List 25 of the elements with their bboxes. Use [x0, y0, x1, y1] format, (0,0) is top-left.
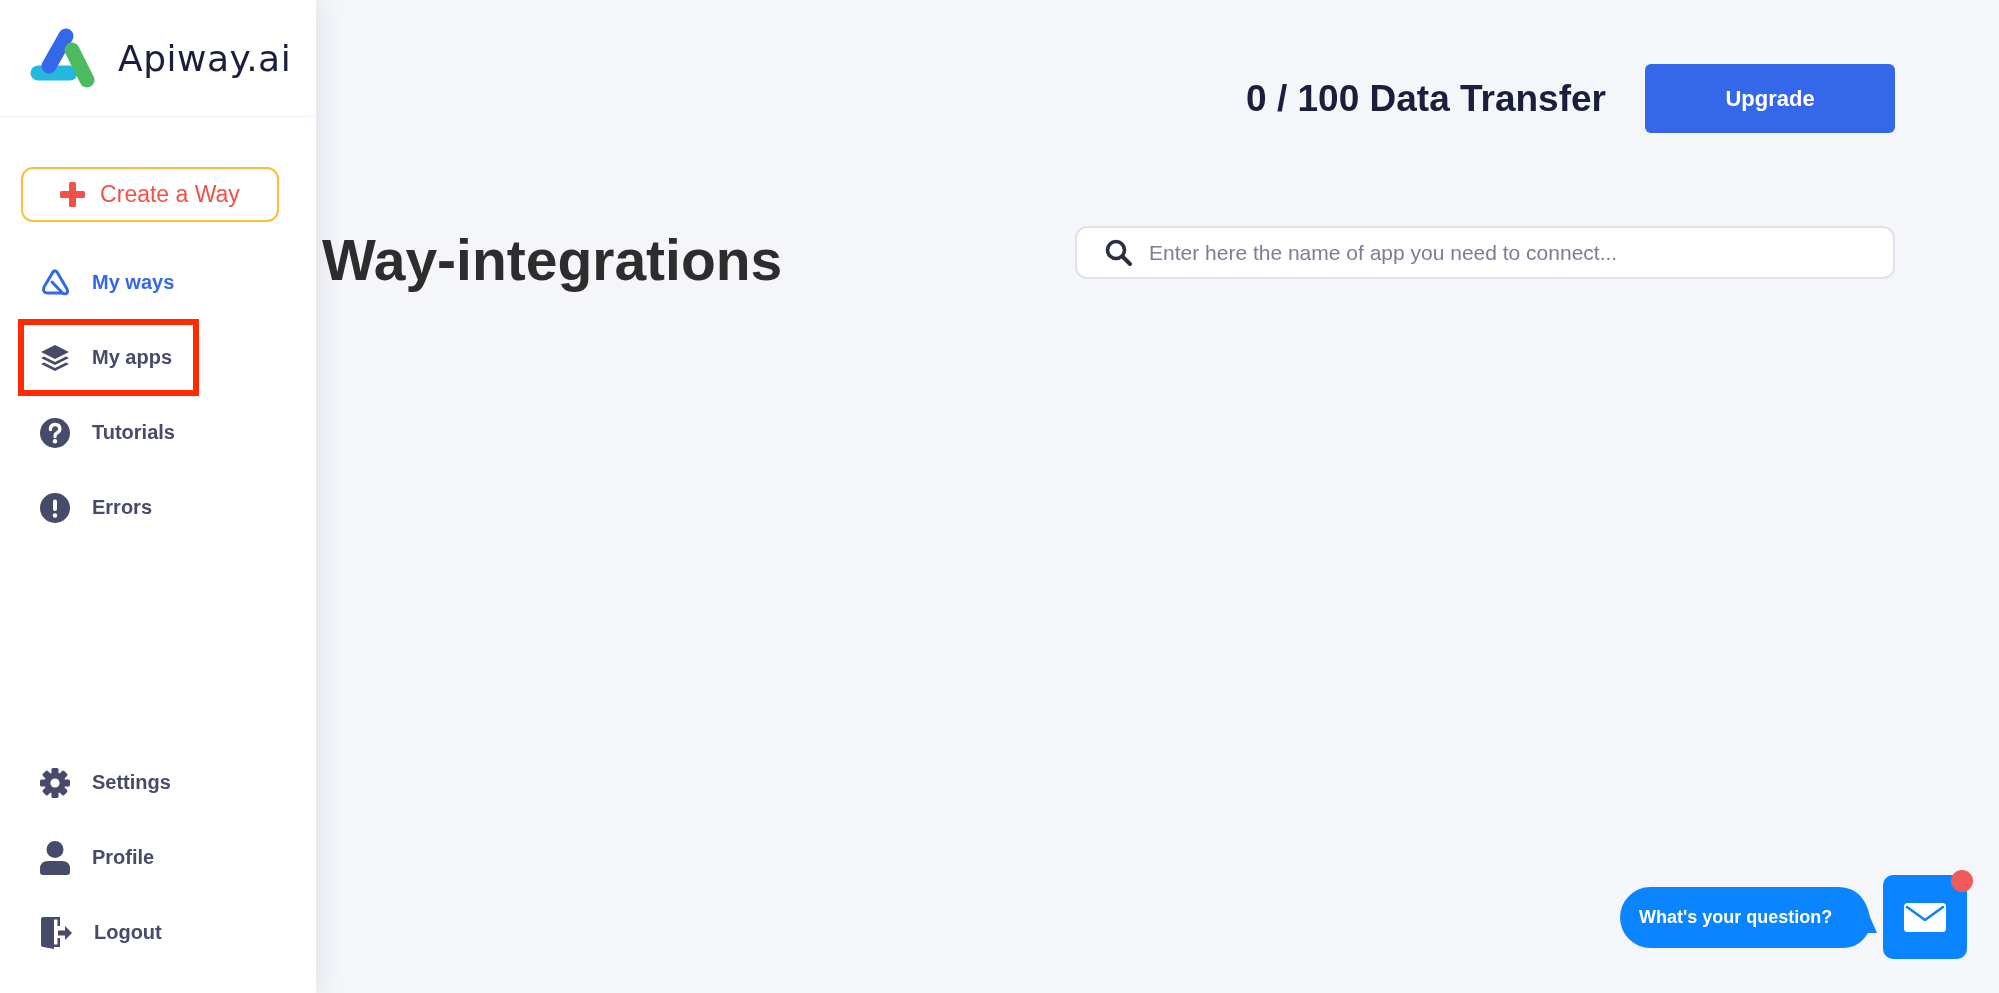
gear-icon — [40, 767, 70, 798]
triangle-loop-icon — [40, 267, 70, 298]
search-field[interactable]: Enter here the name of app you need to connect... — [1075, 226, 1895, 279]
data-transfer-usage: 0 / 100 Data Transfer — [1246, 77, 1606, 120]
nav-item[interactable]: My apps — [40, 342, 173, 373]
triangle-logo-icon — [30, 28, 95, 88]
layers-icon — [40, 342, 70, 373]
question-bubble[interactable]: What's your question? — [1620, 886, 1877, 948]
nav-item[interactable]: Profile — [40, 840, 155, 875]
chat-button[interactable] — [1883, 875, 1967, 959]
nav-item[interactable]: Settings — [40, 767, 171, 798]
nav-item[interactable]: My ways — [40, 267, 175, 298]
upgrade-button[interactable]: Upgrade — [1645, 64, 1895, 133]
mail-icon — [1904, 902, 1946, 932]
nav-item[interactable]: Logout — [40, 915, 162, 950]
plus-icon — [60, 182, 86, 207]
nav-item[interactable]: Tutorials — [40, 417, 175, 448]
search-icon — [1105, 239, 1132, 266]
question-circle-icon — [40, 417, 70, 448]
brand-name: Apiway.ai — [118, 37, 292, 79]
exclamation-circle-icon — [40, 492, 70, 523]
nav-item[interactable]: Errors — [40, 492, 153, 523]
page-title: Way-integrations — [322, 227, 783, 294]
logout-icon — [40, 915, 72, 950]
person-icon — [40, 840, 70, 875]
